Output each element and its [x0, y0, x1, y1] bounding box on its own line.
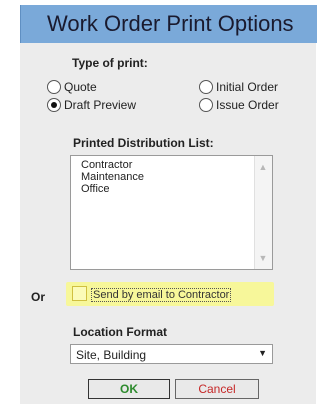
radio-draft-preview[interactable]: Draft Preview: [47, 98, 136, 112]
listbox-scrollbar[interactable]: ▲ ▼: [254, 156, 272, 269]
radio-issue-order-circle[interactable]: [199, 98, 213, 112]
scroll-up-icon[interactable]: ▲: [258, 162, 268, 172]
or-label: Or: [31, 290, 46, 304]
radio-quote-label: Quote: [64, 80, 97, 94]
radio-draft-preview-label: Draft Preview: [64, 98, 137, 112]
type-of-print-label: Type of print:: [72, 56, 148, 70]
radio-issue-order-label: Issue Order: [216, 98, 279, 112]
radio-initial-order-label: Initial Order: [216, 80, 279, 94]
scroll-down-icon[interactable]: ▼: [258, 253, 268, 263]
email-checkbox[interactable]: [72, 286, 87, 301]
chevron-down-icon[interactable]: ▼: [258, 348, 267, 358]
location-format-value: Site, Building: [76, 348, 147, 362]
list-item[interactable]: Office: [81, 183, 144, 195]
location-format-label: Location Format: [73, 325, 168, 339]
radio-quote[interactable]: Quote: [47, 80, 97, 94]
distribution-items: Contractor Maintenance Office: [81, 159, 144, 195]
dialog-title: Work Order Print Options: [47, 11, 294, 36]
list-item[interactable]: Maintenance: [81, 171, 144, 183]
list-item[interactable]: Contractor: [81, 159, 144, 171]
distribution-list-label: Printed Distribution List:: [73, 136, 214, 150]
email-checkbox-label[interactable]: Send by email to Contractor: [91, 288, 232, 302]
dialog-titlebar[interactable]: Work Order Print Options: [20, 5, 317, 43]
ok-button[interactable]: OK: [88, 379, 170, 399]
distribution-listbox[interactable]: Contractor Maintenance Office ▲ ▼: [70, 155, 273, 270]
radio-initial-order-circle[interactable]: [199, 80, 213, 94]
radio-draft-preview-circle[interactable]: [47, 98, 61, 112]
radio-issue-order[interactable]: Issue Order: [199, 98, 279, 112]
location-format-select[interactable]: Site, Building ▼: [70, 344, 273, 364]
cancel-button[interactable]: Cancel: [175, 379, 259, 399]
radio-quote-circle[interactable]: [47, 80, 61, 94]
radio-initial-order[interactable]: Initial Order: [199, 80, 278, 94]
